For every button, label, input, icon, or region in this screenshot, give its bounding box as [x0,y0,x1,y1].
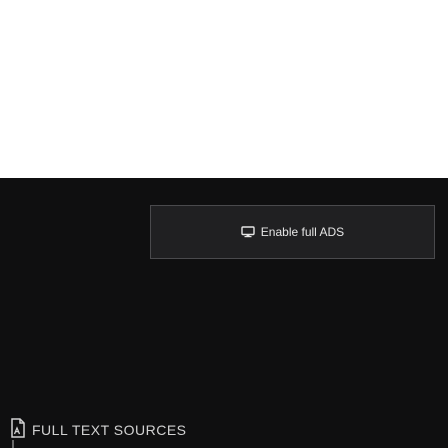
monitor-icon [241,226,255,238]
full-text-sources-label: FULL TEXT SOURCES [32,422,187,438]
document-icon [10,418,26,438]
enable-full-ads-button[interactable]: Enable full ADS [150,205,435,259]
enable-full-ads-content: Enable full ADS [241,225,344,239]
enable-full-ads-label: Enable full ADS [260,225,345,239]
page: Enable full ADS FULL TEXT SOURCES [0,0,448,448]
full-text-sources-header: FULL TEXT SOURCES [0,418,448,448]
section-divider [12,440,14,448]
